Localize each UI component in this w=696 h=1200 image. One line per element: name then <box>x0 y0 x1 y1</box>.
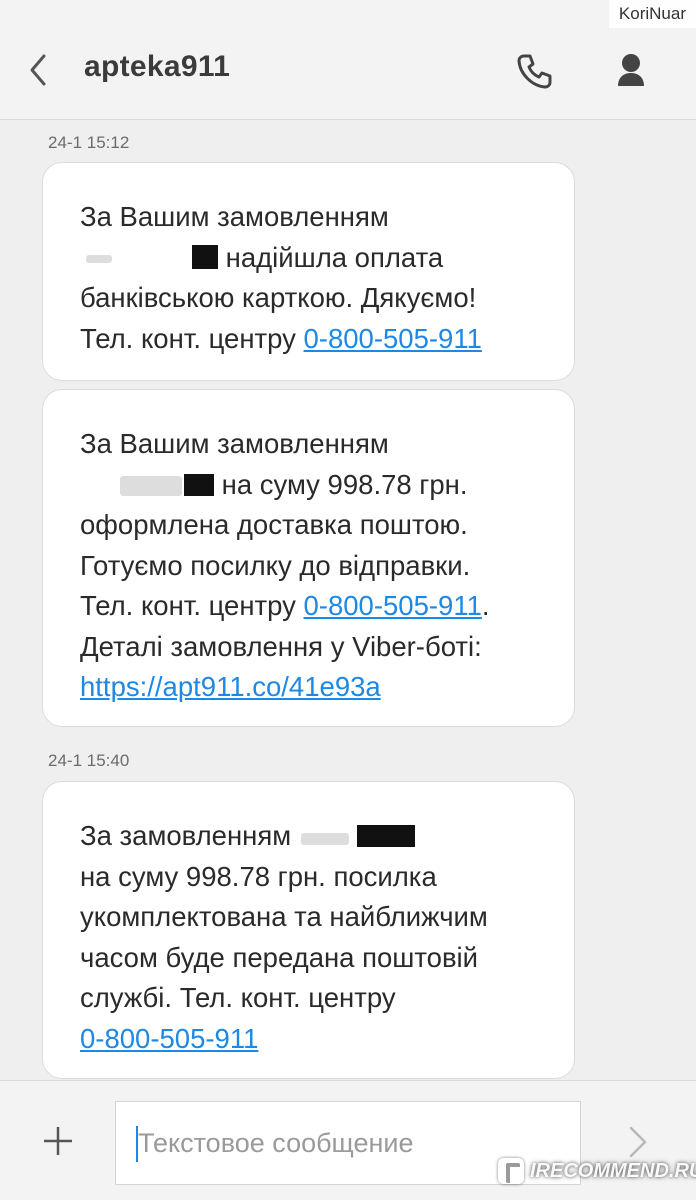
message-bubble[interactable]: За замовленням на суму 998.78 грн. посил… <box>42 781 575 1079</box>
conversation-title: apteka911 <box>84 50 231 83</box>
message-line-row: на суму 998.78 грн. <box>80 465 540 506</box>
message-line: Тел. конт. центру <box>80 322 296 354</box>
message-line: За Вашим замовленням <box>80 201 389 232</box>
add-attachment-button[interactable] <box>40 1123 76 1159</box>
redacted-order-number <box>356 825 415 847</box>
message-line: надійшла оплата <box>225 241 444 273</box>
blurred-order-number <box>120 475 182 496</box>
call-button[interactable] <box>512 50 556 94</box>
message-line: Деталі замовлення у Viber-боті: <box>80 630 482 662</box>
message-line-row: Тел. конт. центру 0-800-505-911. <box>80 586 540 627</box>
blurred-order-number <box>300 833 349 845</box>
message-line-row: надійшла оплата <box>80 238 540 279</box>
blurred-order-number <box>86 254 112 263</box>
message-line-row: За замовленням <box>80 816 540 857</box>
order-details-link[interactable]: https://apt911.co/41e93a <box>80 671 381 702</box>
message-line: на суму 998.78 грн. посилка <box>80 860 437 892</box>
message-line: Тел. конт. центру <box>80 590 296 621</box>
redacted-order-number <box>192 244 218 269</box>
recommend-logo-icon <box>498 1158 524 1184</box>
message-line-row: https://apt911.co/41e93a <box>80 667 540 708</box>
message-line: на суму 998.78 грн. <box>221 468 468 500</box>
site-watermark-text: IRECOMMEND.RU <box>530 1159 696 1182</box>
message-line: банківською карткою. Дякуємо! <box>80 282 477 313</box>
phone-link[interactable]: 0-800-505-911 <box>304 590 482 621</box>
person-icon <box>618 54 644 86</box>
message-line: укомплектована та найближчим <box>80 901 488 932</box>
message-line-row: 0-800-505-911 <box>80 1019 540 1060</box>
message-timestamp: 24-1 15:40 <box>48 751 130 770</box>
message-line: Готуємо посилку до відправки. <box>80 549 471 581</box>
message-line: оформлена доставка поштою. <box>80 509 468 540</box>
phone-suffix: . <box>481 590 490 621</box>
site-watermark: IRECOMMEND.RU <box>498 1154 696 1188</box>
message-line: службі. Тел. конт. центру <box>80 982 396 1013</box>
plus-icon <box>44 1127 72 1155</box>
chevron-left-icon <box>30 54 46 86</box>
author-watermark: KoriNuar <box>608 0 696 28</box>
message-input[interactable] <box>138 1122 558 1164</box>
back-button[interactable] <box>22 48 62 92</box>
phone-link[interactable]: 0-800-505-911 <box>304 323 482 354</box>
contact-button[interactable] <box>608 50 654 94</box>
message-timestamp: 24-1 15:12 <box>48 133 130 152</box>
message-list[interactable]: 24-1 15:12 За Вашим замовленням надійшла… <box>0 121 696 1081</box>
phone-icon <box>517 54 552 89</box>
redacted-order-number <box>184 473 214 496</box>
message-line-row: Тел. конт. центру 0-800-505-911 <box>80 319 540 360</box>
message-line: часом буде передана поштовій <box>80 941 479 973</box>
message-bubble[interactable]: За Вашим замовленням надійшла оплата бан… <box>42 162 575 381</box>
message-bubble[interactable]: За Вашим замовленням на суму 998.78 грн.… <box>42 389 575 727</box>
message-line: За замовленням <box>80 820 292 851</box>
app-header: apteka911 <box>0 0 696 120</box>
message-line: За Вашим замовленням <box>80 428 389 459</box>
phone-link[interactable]: 0-800-505-911 <box>80 1023 258 1054</box>
